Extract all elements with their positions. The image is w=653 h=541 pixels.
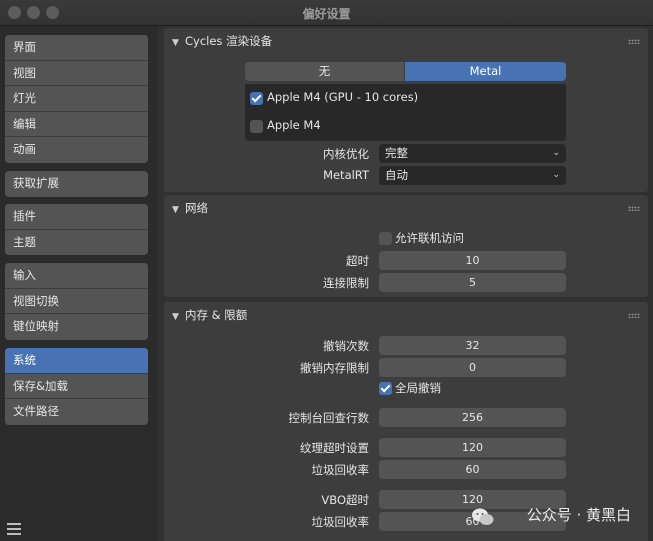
device-label: Apple M4 (267, 118, 321, 132)
vbo-timeout-label: VBO超时 (321, 493, 369, 507)
sidebar-group-system: 系统 保存&加载 文件路径 (5, 348, 148, 425)
metalrt-label: MetalRT (323, 168, 369, 182)
tab-none[interactable]: 无 (245, 62, 404, 81)
chevron-down-icon: ▼ (172, 312, 179, 322)
panel-header-memory[interactable]: ▼ 内存 & 限额 (164, 302, 648, 328)
sidebar-group-addons: 插件 主题 (5, 204, 148, 255)
undo-memory-limit-field[interactable]: 0 (379, 358, 566, 377)
texture-gc-rate-field[interactable]: 60 (379, 460, 566, 479)
tab-metal[interactable]: Metal (405, 62, 566, 81)
device-list: Apple M4 (GPU - 10 cores) Apple M4 (245, 84, 566, 141)
sidebar-item-system[interactable]: 系统 (5, 348, 148, 374)
grip-icon[interactable] (628, 39, 640, 44)
timeout-field[interactable]: 10 (379, 251, 566, 270)
sidebar-item-file-paths[interactable]: 文件路径 (5, 399, 148, 425)
window-title: 偏好设置 (302, 7, 351, 21)
panel-header-network[interactable]: ▼ 网络 (164, 195, 648, 221)
panel-title: 内存 & 限额 (185, 308, 248, 322)
chevron-down-icon: ⌄ (552, 170, 560, 180)
device-checkbox[interactable] (250, 120, 263, 133)
console-scrollback-label: 控制台回查行数 (288, 411, 370, 425)
device-checkbox[interactable] (250, 92, 263, 105)
timeout-label: 超时 (346, 254, 369, 268)
chevron-down-icon: ⌄ (552, 148, 560, 158)
panel-title: 网络 (185, 201, 208, 215)
sidebar-item-keymap[interactable]: 键位映射 (5, 314, 148, 340)
sidebar-item-viewport[interactable]: 视图 (5, 60, 148, 86)
sidebar-item-lights[interactable]: 灯光 (5, 86, 148, 112)
sidebar-item-themes[interactable]: 主题 (5, 229, 148, 255)
dropdown-value: 自动 (385, 168, 408, 182)
undo-steps-field[interactable]: 32 (379, 336, 566, 355)
title-bar: 偏好设置 (0, 0, 653, 26)
chevron-down-icon: ▼ (172, 205, 179, 215)
allow-online-access-label: 允许联机访问 (395, 231, 464, 245)
sidebar-item-addons[interactable]: 插件 (5, 204, 148, 230)
global-undo-checkbox[interactable] (379, 382, 392, 395)
wechat-logo-icon (472, 508, 494, 525)
texture-timeout-label: 纹理超时设置 (300, 441, 369, 455)
sidebar-item-get-extensions[interactable]: 获取扩展 (5, 171, 148, 197)
device-label: Apple M4 (GPU - 10 cores) (267, 90, 419, 104)
panel-header-cycles[interactable]: ▼ Cycles 渲染设备 (164, 28, 648, 54)
chevron-down-icon: ▼ (172, 38, 179, 48)
kernel-optimization-label: 内核优化 (323, 147, 369, 161)
vbo-gc-rate-label: 垃圾回收率 (311, 515, 370, 529)
sidebar-group-input: 输入 视图切换 键位映射 (5, 263, 148, 340)
allow-online-access-checkbox[interactable] (379, 232, 392, 245)
sidebar-group-interface: 界面 视图 灯光 编辑 动画 (5, 35, 148, 163)
sidebar-item-animation[interactable]: 动画 (5, 137, 148, 163)
grip-icon[interactable] (628, 206, 640, 211)
preferences-main: ▼ Cycles 渲染设备 无 Metal Apple M4 (GPU - 10 … (157, 26, 653, 541)
sidebar-group-extensions: 获取扩展 (5, 171, 148, 197)
hamburger-menu-icon[interactable] (7, 523, 21, 535)
kernel-optimization-dropdown[interactable]: 完整 ⌄ (379, 144, 566, 163)
panel-cycles-render-devices: ▼ Cycles 渲染设备 无 Metal Apple M4 (GPU - 10 … (164, 28, 648, 192)
preferences-sidebar: 界面 视图 灯光 编辑 动画 获取扩展 插件 主题 输入 视图切换 键位映射 系… (0, 26, 157, 541)
sidebar-item-save-load[interactable]: 保存&加载 (5, 373, 148, 399)
panel-network: ▼ 网络 允许联机访问 超时 10 连接限制 5 (164, 195, 648, 297)
texture-gc-rate-label: 垃圾回收率 (311, 463, 370, 477)
undo-steps-label: 撤销次数 (323, 339, 369, 353)
texture-timeout-field[interactable]: 120 (379, 438, 566, 457)
undo-memory-limit-label: 撤销内存限制 (300, 361, 369, 375)
connection-limit-label: 连接限制 (323, 276, 369, 290)
sidebar-item-input[interactable]: 输入 (5, 263, 148, 289)
watermark-text: 公众号 · 黄黑白 (526, 506, 631, 524)
global-undo-label: 全局撤销 (395, 381, 441, 395)
sidebar-item-interface[interactable]: 界面 (5, 35, 148, 61)
sidebar-item-editing[interactable]: 编辑 (5, 111, 148, 137)
connection-limit-field[interactable]: 5 (379, 273, 566, 292)
metalrt-dropdown[interactable]: 自动 ⌄ (379, 166, 566, 185)
grip-icon[interactable] (628, 313, 640, 318)
panel-title: Cycles 渲染设备 (185, 34, 273, 48)
dropdown-value: 完整 (385, 146, 408, 160)
sidebar-item-navigation[interactable]: 视图切换 (5, 288, 148, 314)
console-scrollback-field[interactable]: 256 (379, 408, 566, 427)
